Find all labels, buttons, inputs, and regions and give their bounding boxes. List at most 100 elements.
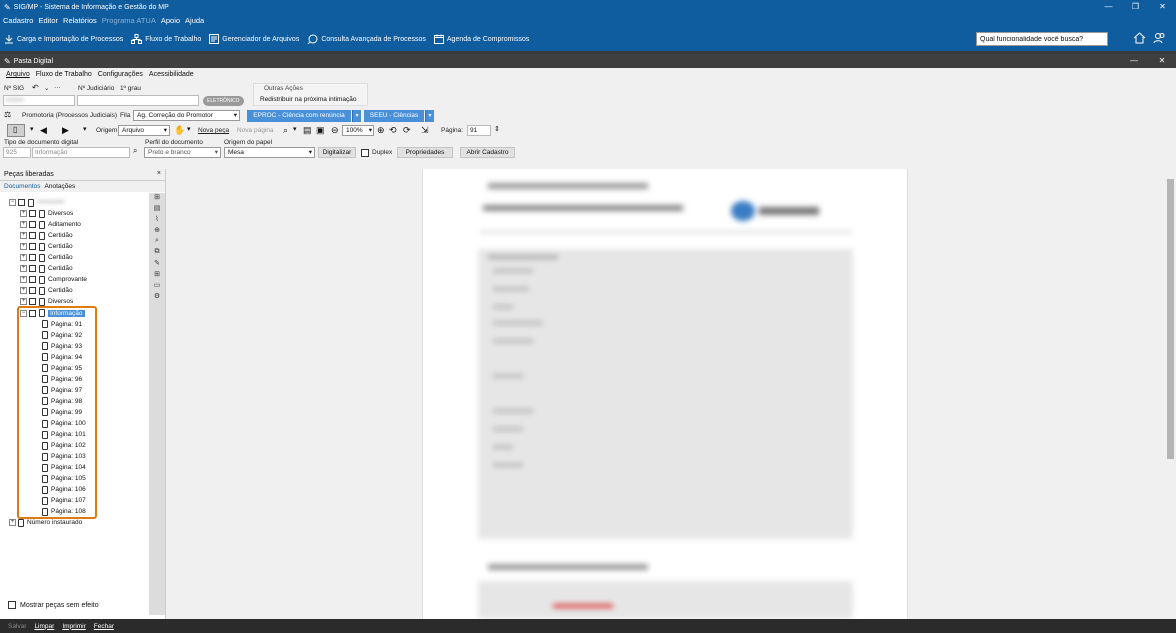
tree-item[interactable]: + Certidão	[20, 230, 73, 241]
tab-documentos[interactable]: Documentos	[4, 183, 41, 190]
tree-item[interactable]: + Aditamento	[20, 219, 81, 230]
menu-cadastro[interactable]: Cadastro	[3, 16, 33, 25]
tree-list-icon[interactable]: ▤	[149, 204, 165, 215]
expand-icon[interactable]: +	[20, 243, 27, 251]
carga-importacao-button[interactable]: Carga e Importação de Processos	[4, 34, 123, 44]
mostrar-pecas-option[interactable]: Mostrar peças sem efeito	[8, 601, 99, 609]
settings-icon[interactable]: ⚙	[149, 292, 165, 303]
page-stepper-icon[interactable]: ⇕	[494, 123, 500, 137]
export-icon[interactable]: ⇲	[421, 123, 429, 137]
tree-checkbox[interactable]	[29, 298, 36, 306]
expand-icon[interactable]: +	[20, 265, 27, 273]
clip-icon[interactable]: ⌇	[149, 215, 165, 226]
tree-item[interactable]: + Certidão	[20, 252, 73, 263]
fit-width-icon[interactable]: ▤	[303, 123, 312, 137]
tree-item[interactable]: + Certidão	[20, 241, 73, 252]
njud-field[interactable]	[77, 95, 199, 106]
consulta-avancada-button[interactable]: Consulta Avançada de Processos	[307, 34, 426, 44]
vertical-scrollbar[interactable]	[1164, 169, 1176, 619]
submenu-fluxo[interactable]: Fluxo de Trabalho	[36, 71, 92, 78]
scrollbar-thumb[interactable]	[1167, 179, 1174, 459]
more-icon[interactable]: …	[54, 83, 61, 90]
users-icon[interactable]	[1153, 32, 1166, 44]
eproc-button[interactable]: EPROC - Ciência com renúncia	[247, 110, 351, 122]
zoom-select[interactable]: 100% ▾	[342, 125, 374, 136]
submenu-acessibilidade[interactable]: Acessibilidade	[149, 71, 194, 78]
add-page-icon[interactable]: ⊞	[149, 270, 165, 281]
expand-icon[interactable]: +	[20, 254, 27, 262]
agenda-compromissos-button[interactable]: Agenda de Compromissos	[433, 34, 529, 44]
tree-checkbox[interactable]	[29, 265, 36, 273]
expand-icon[interactable]: +	[20, 276, 27, 284]
chevron-down-icon[interactable]: ▾	[30, 123, 34, 137]
close-icon[interactable]: ✕	[1149, 0, 1176, 14]
chevron-down-icon[interactable]: ▾	[293, 123, 297, 137]
digitalizar-button[interactable]: Digitalizar	[318, 147, 356, 158]
menu-relatorios[interactable]: Relatórios	[63, 16, 97, 25]
abrir-cadastro-button[interactable]: Abrir Cadastro	[460, 147, 515, 158]
tipo-doc-code-field[interactable]: 925	[3, 147, 31, 158]
subwindow-minimize-icon[interactable]: —	[1120, 54, 1148, 68]
undo-icon[interactable]: ↶	[32, 83, 39, 92]
expand-icon[interactable]: +	[20, 298, 27, 306]
seeu-dropdown-icon[interactable]: ▾	[425, 110, 434, 122]
nova-pagina-button[interactable]: Nova página	[237, 127, 274, 134]
pagina-input[interactable]: 91	[467, 125, 491, 136]
tipo-doc-field[interactable]: Informação	[32, 147, 130, 158]
home-icon[interactable]	[1133, 32, 1146, 44]
document-page[interactable]	[422, 169, 908, 619]
chevron-down-icon[interactable]: ▾	[83, 123, 87, 137]
zoom-out-icon[interactable]: ⊖	[331, 123, 339, 137]
menu-apoio[interactable]: Apoio	[161, 16, 180, 25]
minimize-icon[interactable]: —	[1095, 0, 1122, 14]
submenu-configuracoes[interactable]: Configurações	[98, 71, 143, 78]
fit-page-icon[interactable]: ▣	[316, 123, 325, 137]
eproc-dropdown-icon[interactable]: ▾	[352, 110, 361, 122]
perfil-select[interactable]: Preto e branco ▾	[144, 147, 221, 158]
tree-checkbox[interactable]	[29, 276, 36, 284]
tree-item[interactable]: + Certidão	[20, 285, 73, 296]
expand-icon[interactable]: +	[20, 221, 27, 229]
restore-icon[interactable]: ❐	[1122, 0, 1149, 14]
tree-checkbox[interactable]	[29, 221, 36, 229]
nsig-field[interactable]: ••••••••	[3, 95, 75, 106]
submenu-arquivo[interactable]: Arquivo	[6, 71, 30, 78]
nova-peca-button[interactable]: Nova peça	[198, 127, 229, 134]
next-icon[interactable]: ▶	[62, 123, 69, 137]
expand-icon[interactable]: −	[9, 199, 16, 206]
tree-checkbox[interactable]	[29, 210, 36, 218]
tree-expand-icon[interactable]: ⊞	[149, 193, 165, 204]
expand-icon[interactable]: +	[9, 519, 16, 527]
origem-select[interactable]: Arquivo ▾	[118, 125, 170, 136]
imprimir-button[interactable]: Imprimir	[62, 623, 85, 630]
tree-checkbox[interactable]	[29, 243, 36, 251]
zoom-in-icon[interactable]: ⊕	[377, 123, 385, 137]
expand-icon[interactable]: +	[20, 287, 27, 295]
tree-checkbox[interactable]	[18, 199, 25, 206]
duplex-checkbox[interactable]	[361, 149, 369, 157]
tree-checkbox[interactable]	[29, 287, 36, 295]
origem-papel-select[interactable]: Mesa ▾	[224, 147, 315, 158]
search-icon[interactable]: ⌕	[149, 237, 165, 248]
salvar-button[interactable]: Salvar	[8, 623, 26, 630]
tree-root[interactable]: − ••••••••••••	[9, 197, 64, 208]
zoom-icon[interactable]: ⌕	[283, 123, 288, 137]
tree-item[interactable]: + Comprovante	[20, 274, 87, 285]
doc-search-icon[interactable]: ⊕	[149, 226, 165, 237]
comment-icon[interactable]: ▭	[149, 281, 165, 292]
fluxo-trabalho-button[interactable]: Fluxo de Trabalho	[131, 34, 201, 44]
expand-icon[interactable]: +	[20, 232, 27, 240]
tree-checkbox[interactable]	[29, 254, 36, 262]
mostrar-checkbox[interactable]	[8, 601, 16, 609]
chevron-down-icon[interactable]: ▾	[187, 123, 191, 137]
propriedades-button[interactable]: Propriedades	[397, 147, 453, 158]
tree-item[interactable]: + Certidão	[20, 263, 73, 274]
fila-select[interactable]: Ag. Correção do Promotor ▾	[133, 110, 240, 121]
fechar-button[interactable]: Fechar	[94, 623, 114, 630]
gerenciador-arquivos-button[interactable]: Gerenciador de Arquivos	[209, 34, 299, 44]
seeu-button[interactable]: SEEU - Ciências	[364, 110, 424, 122]
expand-icon[interactable]: +	[20, 210, 27, 218]
hand-icon[interactable]: ✋	[174, 123, 185, 137]
rotate-right-icon[interactable]: ⟳	[403, 123, 411, 137]
previous-icon[interactable]: ◀	[40, 123, 47, 137]
